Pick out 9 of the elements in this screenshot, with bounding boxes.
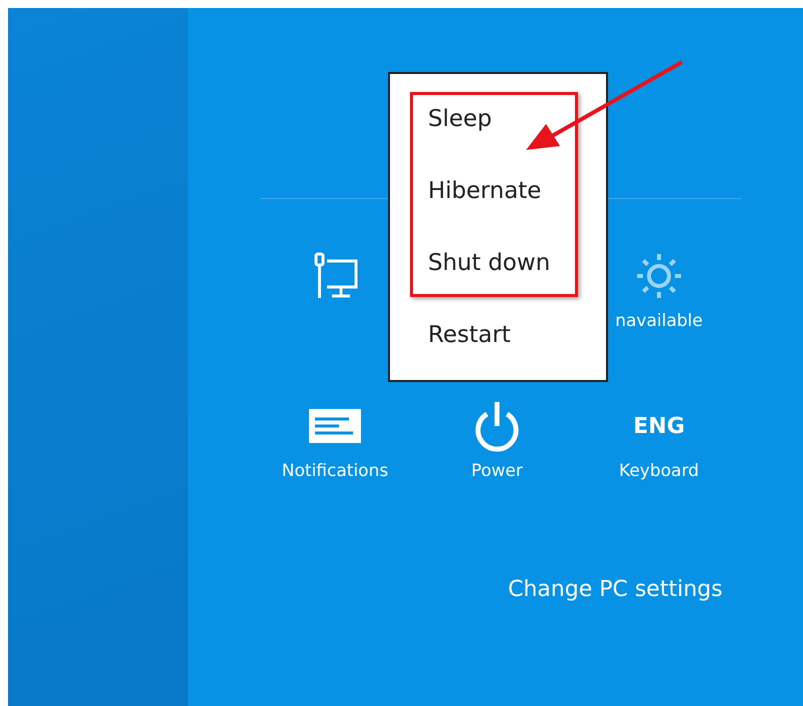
settings-link[interactable]: Change PC settings xyxy=(508,577,723,602)
menu-item[interactable]: Restart xyxy=(428,318,511,352)
tile-label[interactable]: Power xyxy=(471,461,523,481)
language-indicator: ENG xyxy=(633,414,685,438)
menu-item[interactable]: Sleep xyxy=(428,102,492,136)
menu-item[interactable]: Hibernate xyxy=(428,174,542,208)
tile-label[interactable]: Notifications xyxy=(282,461,388,481)
tile-label[interactable]: Keyboard xyxy=(619,461,699,481)
menu-item[interactable]: Shut down xyxy=(428,246,550,280)
